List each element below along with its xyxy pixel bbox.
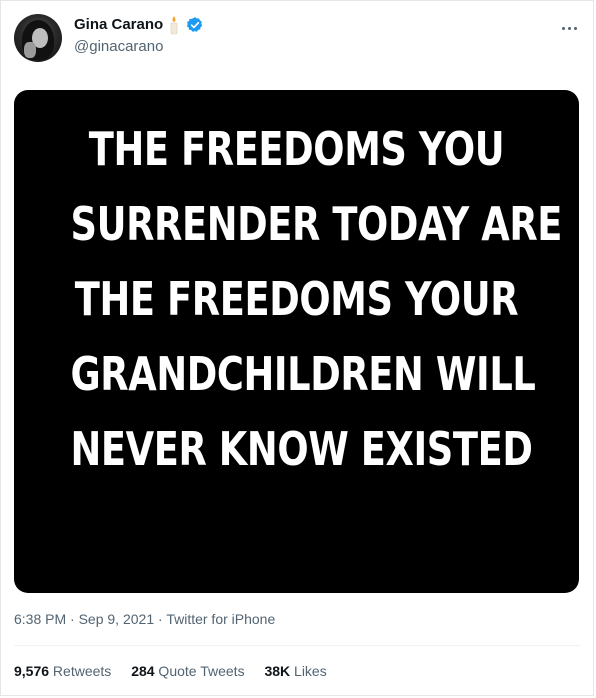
- quote-tweets-stat[interactable]: 284 Quote Tweets: [131, 663, 244, 679]
- image-text-line: SURRENDER TODAY ARE: [70, 197, 563, 251]
- divider: [14, 645, 580, 646]
- author-name[interactable]: Gina Carano: [74, 16, 163, 33]
- likes-label: Likes: [290, 663, 327, 679]
- image-text-line: NEVER KNOW EXISTED: [70, 422, 533, 476]
- tweet-time[interactable]: 6:38 PM: [14, 611, 66, 627]
- candle-emoji-icon: [170, 16, 178, 35]
- avatar-hand: [24, 42, 36, 58]
- image-text-line: THE FREEDOMS YOU: [88, 122, 505, 176]
- tweet-image[interactable]: THE FREEDOMS YOU SURRENDER TODAY ARE THE…: [14, 90, 579, 593]
- engagement-stats: 9,576 Retweets 284 Quote Tweets 38K Like…: [14, 663, 343, 679]
- separator: ·: [66, 611, 79, 627]
- tweet-metadata: 6:38 PM · Sep 9, 2021 · Twitter for iPho…: [14, 611, 275, 627]
- image-text-line: THE FREEDOMS YOUR: [74, 272, 519, 326]
- dot: [561, 26, 565, 30]
- dot: [573, 26, 577, 30]
- likes-count: 38K: [264, 663, 291, 679]
- likes-stat[interactable]: 38K Likes: [264, 663, 326, 679]
- avatar[interactable]: [14, 14, 62, 62]
- quote-tweets-count: 284: [131, 663, 155, 679]
- more-dots-icon[interactable]: [556, 15, 582, 41]
- image-text-line: GRANDCHILDREN WILL: [70, 347, 536, 401]
- tweet-date[interactable]: Sep 9, 2021: [79, 611, 155, 627]
- retweets-label: Retweets: [49, 663, 112, 679]
- retweets-stat[interactable]: 9,576 Retweets: [14, 663, 111, 679]
- retweets-count: 9,576: [14, 663, 50, 679]
- author-handle[interactable]: @ginacarano: [74, 38, 163, 55]
- verified-badge-icon: [186, 17, 203, 32]
- dot: [567, 26, 571, 30]
- image-text: THE FREEDOMS YOU SURRENDER TODAY ARE THE…: [70, 112, 563, 487]
- quote-tweets-label: Quote Tweets: [154, 663, 245, 679]
- tweet-source[interactable]: Twitter for iPhone: [166, 611, 275, 627]
- separator: ·: [154, 611, 167, 627]
